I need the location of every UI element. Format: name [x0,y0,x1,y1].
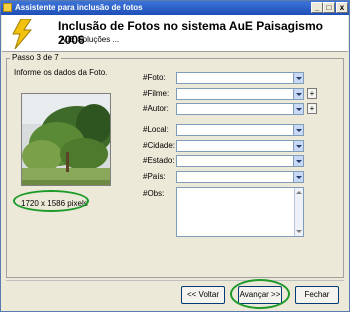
cidade-label: #Cidade: [143,141,176,150]
filme-label: #Filme: [143,89,170,98]
dropdown-arrow-icon[interactable] [293,172,303,182]
local-combo[interactable] [176,124,304,136]
wizard-window: Assistente para inclusão de fotos _ □ x … [0,0,350,312]
back-button[interactable]: << Voltar [181,286,225,304]
close-window-button[interactable]: x [336,2,348,13]
scroll-down-icon[interactable] [296,230,302,233]
close-button[interactable]: Fechar [295,286,339,304]
step-label: Passo 3 de 7 [10,53,61,62]
estado-label: #Estado: [143,156,175,165]
add-autor-button[interactable]: + [307,103,317,114]
estado-combo[interactable] [176,155,304,167]
dropdown-arrow-icon[interactable] [293,104,303,114]
dropdown-arrow-icon[interactable] [293,89,303,99]
instruction-text: Informe os dados da Foto. [14,68,108,77]
wizard-header: Inclusão de Fotos no sistema AuE Paisagi… [2,15,348,52]
filme-combo[interactable] [176,88,304,100]
cidade-combo[interactable] [176,140,304,152]
highlight-ellipse-dimensions [13,190,89,212]
autor-combo[interactable] [176,103,304,115]
app-icon [3,3,12,12]
foto-label: #Foto: [143,73,166,82]
highlight-ellipse-next [230,279,290,309]
window-title: Assistente para inclusão de fotos [15,3,143,12]
obs-scrollbar[interactable] [294,188,303,236]
maximize-button[interactable]: □ [323,2,335,13]
photo-preview [21,93,111,186]
lightning-bolt-icon [12,19,33,49]
pais-label: #País: [143,172,166,181]
obs-label: #Obs: [143,189,165,198]
obs-textarea[interactable] [176,187,304,237]
dropdown-arrow-icon[interactable] [293,141,303,151]
wizard-subtitle: AuE Soluções ... [60,35,120,44]
minimize-button[interactable]: _ [311,2,323,13]
local-label: #Local: [143,125,169,134]
pais-combo[interactable] [176,171,304,183]
dropdown-arrow-icon[interactable] [293,125,303,135]
add-filme-button[interactable]: + [307,88,317,99]
dropdown-arrow-icon[interactable] [293,156,303,166]
divider [6,280,344,281]
scroll-up-icon[interactable] [296,191,302,194]
foto-combo[interactable] [176,72,304,84]
title-bar[interactable]: Assistente para inclusão de fotos _ □ x [1,1,349,15]
autor-label: #Autor: [143,104,169,113]
dropdown-arrow-icon[interactable] [293,73,303,83]
